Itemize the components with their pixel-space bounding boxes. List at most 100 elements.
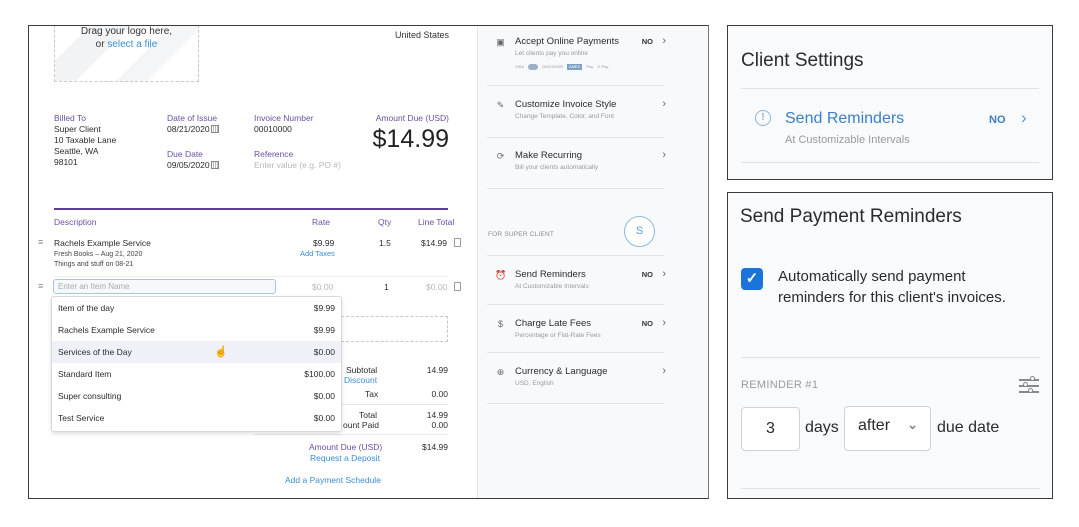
amount-due-label: Amount Due (USD) xyxy=(375,113,449,123)
drag-handle-icon[interactable]: ≡ xyxy=(38,281,43,291)
logo-dropzone[interactable]: Drag your logo here, or select a file xyxy=(54,26,199,82)
sidebar-item-accept-online-payments[interactable]: ▣ Accept Online Payments Let clients pay… xyxy=(487,35,666,75)
trash-icon[interactable] xyxy=(454,238,461,247)
reference[interactable]: Reference Enter value (e.g. PO #) xyxy=(254,149,341,171)
sidebar-item-title: Charge Late Fees xyxy=(515,318,592,329)
due-date[interactable]: Due Date 09/05/2020 xyxy=(167,149,219,171)
date-of-issue-label: Date of Issue xyxy=(167,113,218,123)
select-file-link[interactable]: select a file xyxy=(107,39,157,50)
col-rate: Rate xyxy=(312,217,330,227)
calendar-icon[interactable] xyxy=(210,125,219,133)
client-section-label: FOR SUPER CLIENT xyxy=(488,231,555,238)
sidebar-item-currency-language[interactable]: ⊕ Currency & Language USD, English › xyxy=(487,365,666,395)
date-of-issue-value[interactable]: 08/21/2020 xyxy=(167,124,210,134)
invoice-document: Drag your logo here, or select a file Un… xyxy=(29,26,477,498)
billed-to[interactable]: Billed To Super Client 10 Taxable Lane S… xyxy=(54,113,116,168)
dropdown-option[interactable]: Item of the day $9.99 xyxy=(52,297,341,319)
auto-reminders-checkbox[interactable]: ✓ xyxy=(741,268,763,290)
payment-icon: ▣ xyxy=(496,37,505,47)
dropdown-option[interactable]: Super consulting $0.00 xyxy=(52,385,341,407)
option-name: Super consulting xyxy=(58,391,122,401)
chevron-right-icon: › xyxy=(662,149,666,161)
sidebar-item-title: Customize Invoice Style xyxy=(515,99,617,110)
sidebar-divider xyxy=(487,137,664,138)
option-name: Rachels Example Service xyxy=(58,325,155,335)
days-input[interactable]: 3 xyxy=(741,407,800,451)
send-reminders-subtitle: At Customizable Intervals xyxy=(785,134,910,146)
amex-logo: AMEX xyxy=(567,64,583,70)
sidebar-item-subtitle: USD, English xyxy=(515,380,554,387)
item-name-input[interactable]: Enter an Item Name xyxy=(53,279,276,294)
totals-divider xyxy=(254,434,448,435)
reminder-label: REMINDER #1 xyxy=(741,379,819,391)
client-avatar[interactable]: S xyxy=(624,216,655,247)
dropdown-option[interactable]: Test Service $0.00 xyxy=(52,407,341,429)
sidebar-item-charge-late-fees[interactable]: $ Charge Late Fees Percentage or Flat-Ra… xyxy=(487,317,666,347)
invoice-number-value[interactable]: 00010000 xyxy=(254,124,314,135)
date-of-issue[interactable]: Date of Issue 08/21/2020 xyxy=(167,113,219,135)
reference-input[interactable]: Enter value (e.g. PO #) xyxy=(254,160,341,171)
sidebar-divider xyxy=(487,255,664,256)
invoice-number[interactable]: Invoice Number 00010000 xyxy=(254,113,314,135)
divider xyxy=(741,88,1039,89)
discount-link[interactable]: Discount xyxy=(344,375,377,385)
col-description: Description xyxy=(54,217,97,227)
option-price: $100.00 xyxy=(304,369,335,379)
dropdown-option[interactable]: Standard Item $100.00 xyxy=(52,363,341,385)
divider xyxy=(741,357,1040,358)
dropdown-option-hovered[interactable]: Services of the Day ☝ $0.00 xyxy=(52,341,341,363)
calendar-icon[interactable] xyxy=(210,161,219,169)
chevron-right-icon: › xyxy=(662,98,666,110)
option-price: $0.00 xyxy=(313,413,335,423)
sidebar-item-subtitle: Percentage or Flat-Rate Fees xyxy=(515,332,601,339)
alarm-clock-icon: ⏰ xyxy=(495,270,507,280)
apple-pay-logo: Pay xyxy=(586,64,594,69)
sidebar-item-customize-invoice-style[interactable]: ✎ Customize Invoice Style Change Templat… xyxy=(487,98,666,128)
timing-select[interactable]: after ⌄ xyxy=(844,406,931,451)
option-name: Standard Item xyxy=(58,369,112,379)
add-payment-schedule-link[interactable]: Add a Payment Schedule xyxy=(285,475,381,485)
timing-selected-value: after xyxy=(858,417,891,434)
option-name: Test Service xyxy=(58,413,105,423)
dropdown-option[interactable]: Rachels Example Service $9.99 xyxy=(52,319,341,341)
due-date-value[interactable]: 09/05/2020 xyxy=(167,160,210,170)
add-taxes-link[interactable]: Add Taxes xyxy=(300,249,335,258)
sidebar-divider xyxy=(487,188,664,189)
request-deposit-link[interactable]: Request a Deposit xyxy=(310,453,380,463)
style-icon: ✎ xyxy=(496,100,505,110)
payment-reminders-panel: Send Payment Reminders ✓ Automatically s… xyxy=(727,192,1053,499)
new-item-qty[interactable]: 1 xyxy=(384,282,389,292)
sidebar-item-send-reminders[interactable]: ⏰ Send Reminders At Customizable Interva… xyxy=(487,268,666,298)
sidebar-item-make-recurring[interactable]: ⟳ Make Recurring Bill your clients autom… xyxy=(487,149,666,179)
client-street: 10 Taxable Lane xyxy=(54,135,117,145)
trash-icon[interactable] xyxy=(454,282,461,291)
option-name: Item of the day xyxy=(58,303,115,313)
chevron-right-icon: › xyxy=(662,317,666,329)
send-reminders-title[interactable]: Send Reminders xyxy=(785,110,904,128)
drag-handle-icon[interactable]: ≡ xyxy=(38,237,43,247)
item-qty[interactable]: 1.5 xyxy=(379,238,391,248)
item-detail: Things and stuff on 08-21 xyxy=(54,261,134,268)
status-badge: NO xyxy=(641,270,653,279)
divider xyxy=(741,162,1039,163)
sidebar-divider xyxy=(487,403,664,404)
company-country: United States xyxy=(394,30,449,40)
sidebar-item-subtitle: Let clients pay you online xyxy=(515,50,588,57)
sidebar-item-title: Send Reminders xyxy=(515,269,586,280)
billed-to-label: Billed To xyxy=(54,113,86,123)
panel-title: Client Settings xyxy=(741,50,864,71)
amount-due-header: Amount Due (USD) $14.99 xyxy=(373,113,449,153)
item-rate[interactable]: $9.99 xyxy=(313,238,334,248)
notes-box[interactable] xyxy=(341,316,448,342)
days-label: days xyxy=(805,419,839,436)
sidebar-divider xyxy=(487,352,664,353)
new-item-rate[interactable]: $0.00 xyxy=(312,282,333,292)
chevron-right-icon: › xyxy=(662,365,666,377)
item-name[interactable]: Rachels Example Service xyxy=(54,238,151,248)
status-badge: NO xyxy=(641,37,653,46)
new-item-line-total: $0.00 xyxy=(426,282,448,292)
chevron-right-icon[interactable]: › xyxy=(1021,108,1027,128)
sliders-icon[interactable] xyxy=(1019,376,1039,394)
recurring-icon: ⟳ xyxy=(496,151,505,161)
reference-label: Reference xyxy=(254,149,294,159)
